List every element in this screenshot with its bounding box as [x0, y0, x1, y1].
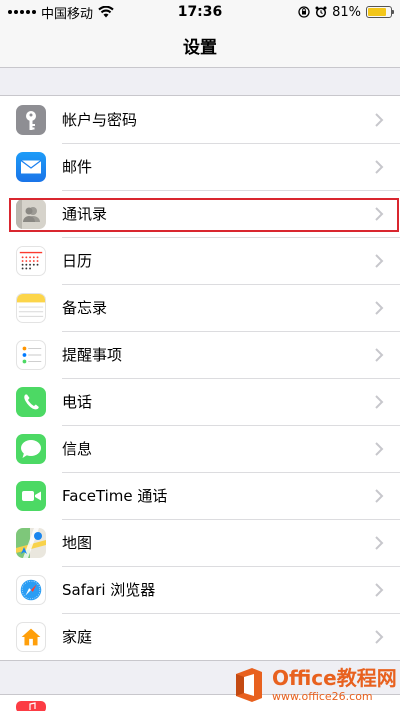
notes-icon: [16, 292, 46, 323]
row-label: 家庭: [62, 628, 93, 646]
chevron-right-icon: [375, 582, 384, 597]
status-bar: 中国移动 17:36 81%: [0, 0, 400, 24]
settings-row-phone[interactable]: 电话: [0, 378, 400, 425]
chevron-right-icon: [375, 394, 384, 409]
signal-strength-icon: [8, 10, 36, 14]
settings-row-home[interactable]: 家庭: [0, 613, 400, 660]
row-label: 日历: [62, 252, 93, 270]
row-label: 电话: [62, 393, 93, 411]
settings-row-notes[interactable]: 备忘录: [0, 284, 400, 331]
settings-row-calendar[interactable]: 日历: [0, 237, 400, 284]
chevron-right-icon: [375, 206, 384, 221]
settings-row-facetime[interactable]: FaceTime 通话: [0, 472, 400, 519]
chevron-right-icon: [375, 535, 384, 550]
reminders-icon: [16, 339, 46, 370]
settings-row-reminders[interactable]: 提醒事项: [0, 331, 400, 378]
page-title: 设置: [183, 38, 217, 58]
battery-percent: 81%: [332, 4, 361, 20]
chevron-right-icon: [375, 488, 384, 503]
orientation-lock-icon: [298, 6, 310, 18]
status-time: 17:36: [177, 4, 223, 20]
battery-icon: [366, 6, 394, 18]
alarm-icon: [315, 6, 327, 18]
row-label: 地图: [62, 534, 93, 552]
maps-icon: [16, 527, 46, 558]
row-label: 帐户与密码: [62, 111, 138, 129]
mail-icon: [16, 151, 46, 182]
contacts-icon: [16, 198, 46, 229]
chevron-right-icon: [375, 112, 384, 127]
row-label: 备忘录: [62, 299, 108, 317]
settings-list: 帐户与密码 邮件 通讯录 日历 备忘录 提醒事项 电话 信息 FaceTime …: [0, 95, 400, 661]
settings-row-maps[interactable]: 地图: [0, 519, 400, 566]
safari-icon: [16, 574, 46, 605]
chevron-right-icon: [375, 629, 384, 644]
office-logo-icon: [236, 668, 262, 702]
phone-icon: [16, 386, 46, 417]
row-label: 邮件: [62, 158, 93, 176]
home-icon: [16, 621, 46, 652]
row-label: 信息: [62, 440, 93, 458]
music-icon: [16, 701, 46, 711]
row-label: 提醒事项: [62, 346, 123, 364]
facetime-icon: [16, 480, 46, 511]
watermark: Office教程网 www.office26.com: [232, 663, 398, 707]
settings-row-messages[interactable]: 信息: [0, 425, 400, 472]
key-icon: [16, 104, 46, 135]
chevron-right-icon: [375, 347, 384, 362]
settings-row-accounts[interactable]: 帐户与密码: [0, 96, 400, 143]
settings-row-mail[interactable]: 邮件: [0, 143, 400, 190]
chevron-right-icon: [375, 300, 384, 315]
chevron-right-icon: [375, 253, 384, 268]
chevron-right-icon: [375, 441, 384, 456]
chevron-right-icon: [375, 159, 384, 174]
row-label: 通讯录: [62, 205, 108, 223]
battery-level: [368, 8, 386, 16]
settings-row-contacts[interactable]: 通讯录: [0, 190, 400, 237]
watermark-url: www.office26.com: [272, 690, 373, 703]
messages-icon: [16, 433, 46, 464]
wifi-icon: [98, 6, 114, 18]
row-label: Safari 浏览器: [62, 581, 156, 599]
nav-bar: 设置: [0, 24, 400, 68]
watermark-brand: Office教程网: [272, 666, 397, 690]
calendar-icon: [16, 245, 46, 276]
settings-row-safari[interactable]: Safari 浏览器: [0, 566, 400, 613]
row-label: FaceTime 通话: [62, 487, 168, 505]
carrier-name: 中国移动: [41, 6, 94, 22]
